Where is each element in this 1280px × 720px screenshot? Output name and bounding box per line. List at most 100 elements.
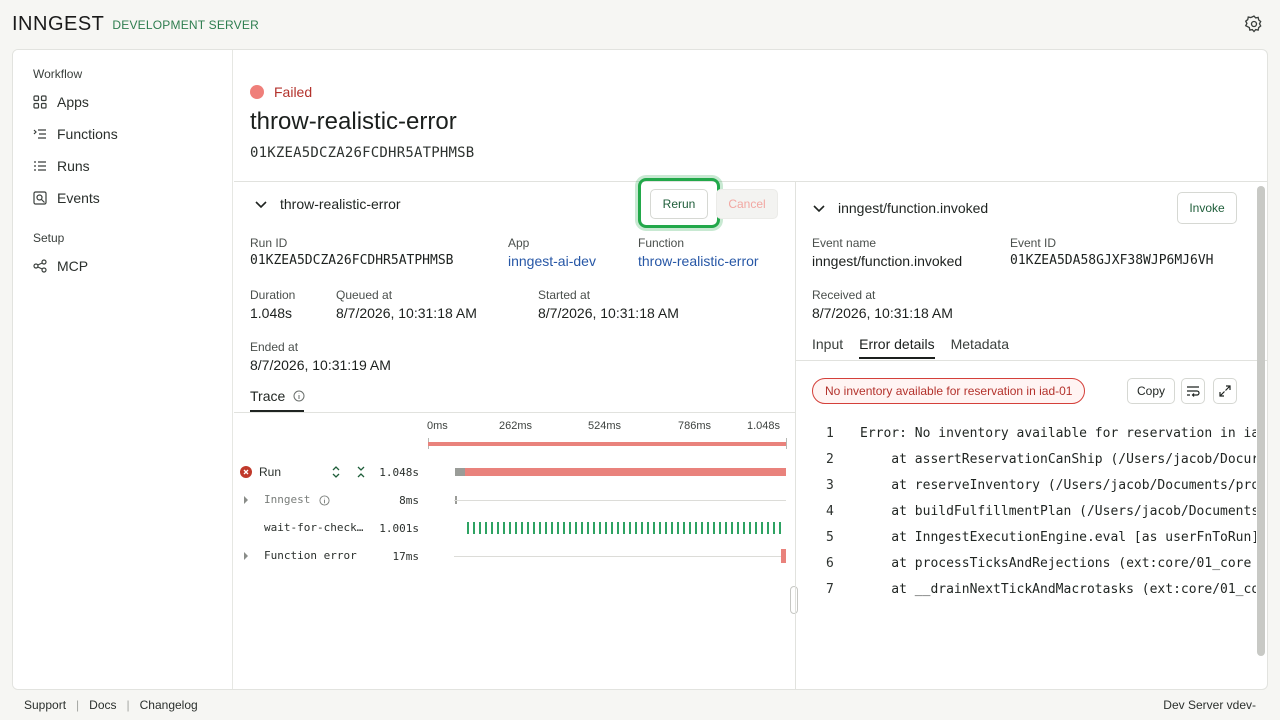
run-detail: Failed throw-realistic-error 01KZEA5DCZA… [234,50,1267,689]
sidebar-section-workflow: Workflow [33,67,83,81]
wrap-icon [1187,386,1200,397]
separator: | [76,698,80,712]
line-number: 1 [826,426,834,441]
cancel-button[interactable]: Cancel [716,189,778,219]
tab-input[interactable]: Input [812,336,843,359]
ended-value: 8/7/2026, 10:31:19 AM [250,357,391,373]
tab-metadata[interactable]: Metadata [951,336,1009,359]
line-text: at InngestExecutionEngine.eval [as userF… [860,530,1256,545]
invoke-button[interactable]: Invoke [1177,192,1237,224]
wrap-lines-button[interactable] [1181,378,1205,404]
event-panel: inngest/function.invoked Invoke Event na… [795,182,1267,689]
trace-row-name: wait-for-check… [264,521,364,534]
event-name-value: inngest/function.invoked [812,253,963,269]
lines-icon [34,161,46,171]
trace-row-inngest[interactable]: Inngest 8ms [234,490,795,510]
chevron-down-icon[interactable] [254,197,268,211]
function-run-panel: throw-realistic-error Rerun Cancel Run I… [234,178,798,689]
trace-row-run[interactable]: Run 1.048s [234,462,795,482]
trace-guide [454,556,786,557]
tab-trace-label: Trace [250,388,286,404]
received-label: Received at [812,288,876,302]
tab-error-details[interactable]: Error details [859,336,935,359]
trace-bar-queued [455,468,465,476]
event-header-name: inngest/function.invoked [838,200,989,216]
sidebar-item-functions[interactable]: Functions [33,124,118,144]
app-label: App [508,236,530,250]
sidebar-item-label: Functions [57,126,118,142]
sidebar-item-label: Runs [57,158,90,174]
sidebar-item-apps[interactable]: Apps [33,92,89,112]
separator: | [126,698,130,712]
chevron-right-icon[interactable] [243,496,249,504]
line-number: 3 [826,478,834,493]
grid-icon [33,95,47,109]
footer-link-changelog[interactable]: Changelog [140,698,198,712]
run-id-value: 01KZEA5DCZA26FCDHR5ATPHMSB [250,253,454,268]
footer-links: Support | Docs | Changelog [24,698,198,712]
trace-tick: 262ms [499,420,533,432]
trace-tick: 0ms [427,420,448,432]
sidebar-item-events[interactable]: Events [33,188,100,208]
collapse-icon[interactable] [356,466,366,478]
line-text: at __drainNextTickAndMacrotasks (ext:cor… [860,582,1256,597]
trace-row-wait[interactable]: wait-for-check… 1.001s [234,518,795,538]
chevron-down-icon[interactable] [812,201,826,215]
info-icon[interactable] [293,390,305,402]
function-run-header[interactable]: throw-realistic-error [254,196,401,212]
code-line: 3 at reserveInventory (/Users/jacob/Docu… [796,478,1256,498]
list-icon [33,129,46,139]
search-doc-icon [33,191,47,205]
share-icon [33,259,47,273]
event-name-label: Event name [812,236,877,250]
info-icon[interactable] [319,495,330,506]
function-link[interactable]: throw-realistic-error [638,253,759,269]
inngest-logo[interactable]: INNGEST [12,13,104,36]
sidebar-item-mcp[interactable]: MCP [33,256,88,276]
trace-row-duration: 8ms [399,494,419,507]
rerun-button[interactable]: Rerun [650,189,708,219]
app-link[interactable]: inngest-ai-dev [508,253,596,269]
trace-bar-wait [467,522,781,534]
expand-icon[interactable] [331,466,341,478]
queued-label: Queued at [336,288,393,302]
sidebar: Workflow Apps Functions Runs Events Setu… [13,50,233,689]
expand-icon [1219,385,1231,397]
trace-tick: 524ms [588,420,622,432]
event-header[interactable]: inngest/function.invoked [812,200,988,216]
trace-row-duration: 1.001s [379,522,419,535]
trace-row-name: Function error [264,549,357,562]
line-number: 6 [826,556,834,571]
footer-link-support[interactable]: Support [24,698,66,712]
sidebar-item-runs[interactable]: Runs [33,156,90,176]
tab-trace[interactable]: Trace [250,388,305,404]
event-id-label: Event ID [1010,236,1057,250]
started-label: Started at [538,288,591,302]
trace-tick: 786ms [678,420,712,432]
line-number: 7 [826,582,834,597]
trace-row-function-error[interactable]: Function error 17ms [234,546,795,566]
footer: Support | Docs | Changelog Dev Server vd… [0,690,1280,720]
event-id-value: 01KZEA5DA58GJXF38WJP6MJ6VH [1010,253,1214,268]
trace-row-duration: 1.048s [379,466,419,479]
line-text: at processTicksAndRejections (ext:core/0… [860,556,1252,571]
expand-button[interactable] [1213,378,1237,404]
function-label: Function [638,236,685,250]
line-number: 5 [826,530,834,545]
code-line: 6 at processTicksAndRejections (ext:core… [796,556,1256,576]
scrollbar[interactable] [1257,186,1265,656]
ended-label: Ended at [250,340,299,354]
code-line: 7 at __drainNextTickAndMacrotasks (ext:c… [796,582,1256,602]
app-frame: Workflow Apps Functions Runs Events Setu… [12,49,1268,690]
duration-label: Duration [250,288,296,302]
code-line: 5 at InngestExecutionEngine.eval [as use… [796,530,1256,550]
gear-icon[interactable] [1244,14,1264,34]
function-run-name: throw-realistic-error [280,196,401,212]
version-label: Dev Server vdev- [1163,698,1256,712]
top-bar: INNGEST DEVELOPMENT SERVER [0,0,1280,48]
run-status: Failed [250,84,312,100]
chevron-right-icon[interactable] [243,552,249,560]
status-text: Failed [274,84,313,100]
copy-button[interactable]: Copy [1127,378,1175,404]
footer-link-docs[interactable]: Docs [89,698,116,712]
